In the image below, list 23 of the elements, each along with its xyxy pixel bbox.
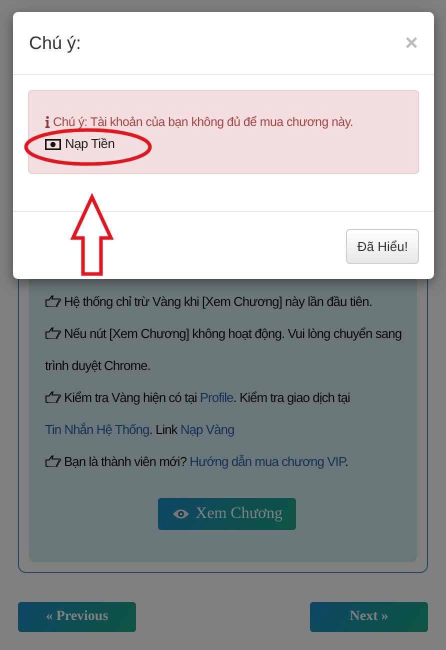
- pointing-hand-icon: [45, 327, 61, 339]
- view-chapter-button[interactable]: Xem Chương: [158, 498, 296, 530]
- alert-message: Chú ý: Tài khoản của bạn không đủ để mua chương này.: [53, 114, 354, 131]
- note-text: Hệ thống chỉ trừ Vàng khi [Xem Chương] này lần đầu tiên.: [45, 286, 409, 318]
- previous-button[interactable]: « Previous: [18, 602, 136, 632]
- pointing-hand-icon: [45, 295, 61, 307]
- next-button[interactable]: Next »: [310, 602, 428, 632]
- modal-title: Chú ý:: [29, 32, 82, 54]
- ok-button[interactable]: Đã Hiểu!: [346, 228, 419, 264]
- note-text: Nếu nút [Xem Chương] không hoạt động. Vui lòng chuyển sang trình duyệt Chrome.: [45, 325, 403, 375]
- info-icon: [45, 116, 50, 128]
- note-text: Kiểm tra Vàng hiện có tại Profile. Kiểm tra giao dịch tại Tin Nhắn Hệ Thống. Link Nạp Vàng: [45, 389, 351, 439]
- eye-icon: [172, 508, 190, 520]
- note-text: Bạn là thành viên mới? Hướng dẫn mua chương VIP.: [45, 446, 409, 478]
- pointing-hand-icon: [45, 391, 61, 403]
- link[interactable]: Nạp Vàng: [180, 422, 234, 437]
- link[interactable]: Tin Nhắn Hệ Thống: [45, 422, 150, 437]
- money-icon: [45, 138, 61, 150]
- close-button[interactable]: ×: [405, 30, 418, 56]
- link[interactable]: Profile: [200, 390, 234, 405]
- link[interactable]: Hướng dẫn mua chương VIP: [190, 454, 345, 469]
- pointing-hand-icon: [45, 455, 61, 467]
- top-up-link[interactable]: Nạp Tiền: [45, 133, 115, 155]
